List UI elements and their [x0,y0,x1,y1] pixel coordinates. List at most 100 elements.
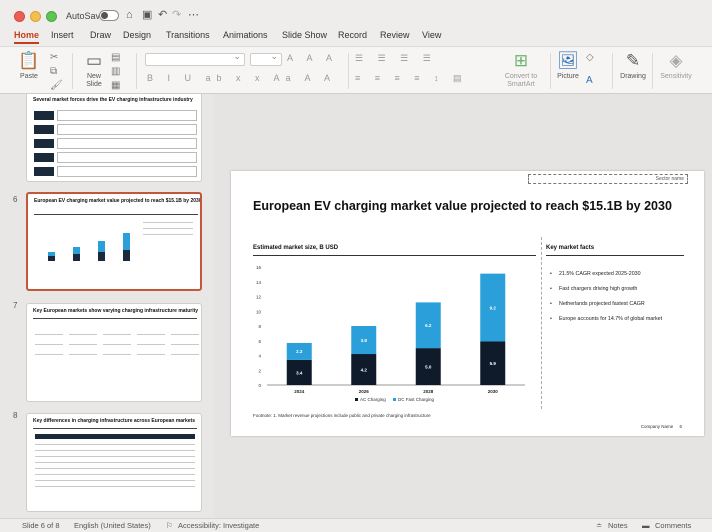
tab-slide-show[interactable]: Slide Show [282,30,327,40]
slide-counter: Slide 6 of 8 [22,521,60,530]
more-icon[interactable]: ⋯ [188,8,199,22]
company-footer: Company Name 6 [641,424,682,429]
cut-icon[interactable]: ✂ [50,52,58,64]
slide-number: 8 [13,411,18,420]
ribbon-separator [652,53,653,89]
slide-thumbnail[interactable]: Several market forces drive the EV charg… [26,94,202,182]
slide-thumbnail-selected[interactable]: European EV charging market value projec… [26,192,202,291]
section-icon[interactable]: ▦ [111,80,120,92]
language-indicator[interactable]: English (United States) [74,521,151,530]
comments-button[interactable]: Comments [655,521,691,530]
y-tick-label: 6 [258,339,261,344]
font-size-select[interactable] [250,51,282,66]
ribbon-tabs: Home Insert Draw Design Transitions Anim… [0,28,712,46]
tab-insert[interactable]: Insert [51,30,74,40]
save-icon[interactable]: ▣ [142,8,152,22]
section-divider [541,237,542,409]
data-label: 3.4 [296,370,303,375]
status-bar: Slide 6 of 8 English (United States) ⚐ A… [0,518,712,532]
tab-transitions[interactable]: Transitions [166,30,210,40]
tab-view[interactable]: View [422,30,441,40]
clipboard-icon: 📋 [18,51,40,70]
drawing-icon: ✎ [625,51,641,70]
section-rule [253,255,536,256]
x-tick-label: 2028 [423,389,434,394]
format-painter-icon[interactable]: 🖌 [50,80,63,92]
accessibility-icon: ⚐ [166,521,173,530]
data-label: 2.3 [296,349,303,354]
list-controls[interactable]: ☰ ☰ ☰ ☰ [355,53,437,64]
reset-icon[interactable]: ▥ [111,66,120,78]
ribbon-home: 📋 Paste ✂ ⧉ 🖌 ▭ New Slide ▤ ▥ ▦ A A A B … [0,46,712,94]
chart-section-title[interactable]: Estimated market size, B USD [253,245,338,251]
company-name: Company Name [640,424,674,429]
accessibility-status[interactable]: Accessibility: Investigate [178,521,259,530]
layout-icon[interactable]: ▤ [111,52,120,64]
maximize-window-button[interactable] [46,11,57,22]
market-size-chart[interactable]: 0 2 4 6 8 10 12 14 16 3.4 2.3 2024 4.2 3.8 2026 5.0 6.2 2… [253,261,538,406]
sensitivity-icon: ◈ [669,51,683,70]
slide[interactable]: Sector name European EV charging market … [231,171,704,436]
tab-review[interactable]: Review [380,30,410,40]
tab-record[interactable]: Record [338,30,367,40]
convert-to-smartart-button[interactable]: ⊞ Convert to SmartArt [496,51,546,89]
minimize-window-button[interactable] [30,11,41,22]
font-size-controls[interactable]: A A A [287,53,338,63]
undo-icon[interactable]: ↶ [158,8,167,22]
copy-icon[interactable]: ⧉ [50,66,57,78]
slide-number: 6 [13,195,18,204]
fact-item: Netherlands projected fastest CAGR [549,301,699,307]
slide-thumbnails-pane[interactable]: Several market forces drive the EV charg… [0,94,212,518]
data-label: 4.2 [361,367,368,372]
autosave-toggle[interactable] [99,10,119,21]
tab-draw[interactable]: Draw [90,30,111,40]
home-icon[interactable]: ⌂ [126,8,133,22]
paste-button[interactable]: 📋 Paste [14,51,44,81]
y-tick-label: 4 [258,354,261,359]
x-tick-label: 2026 [359,389,370,394]
sensitivity-button[interactable]: ◈ Sensitivity [656,51,696,81]
picture-icon: 🖼 [557,51,579,70]
tab-design[interactable]: Design [123,30,151,40]
alignment-controls[interactable]: ≡ ≡ ≡ ≡ ↕ ▤ [355,73,468,84]
font-format-controls[interactable]: B I U ab x x Aa A A [147,73,336,83]
y-tick-label: 2 [258,368,261,373]
key-facts-list[interactable]: 21.5% CAGR expected 2025-2030 Fast charg… [549,271,699,331]
y-tick-label: 16 [256,265,262,270]
ribbon-separator [612,53,613,89]
y-tick-label: 8 [258,324,261,329]
ribbon-separator [550,53,551,89]
ribbon-separator [72,53,73,89]
facts-section-title[interactable]: Key market facts [546,245,594,251]
tab-home[interactable]: Home [14,30,40,44]
data-label: 5.0 [425,364,432,369]
fact-item: Europe accounts for 14.7% of global mark… [549,316,699,322]
legend-swatch [393,398,396,401]
picture-button[interactable]: 🖼 Picture [553,51,583,81]
section-rule [546,255,684,256]
comments-icon: ▬ [642,521,650,530]
slide-title[interactable]: European EV charging market value projec… [253,199,672,213]
shapes-icon[interactable]: ◇ [586,52,594,64]
legend-label: DC Fast Charging [398,397,435,402]
new-slide-button[interactable]: ▭ New Slide [80,51,108,89]
y-tick-label: 0 [258,383,261,388]
sector-label[interactable]: Sector name [528,174,688,184]
slide-thumbnail[interactable]: Key European markets show varying chargi… [26,303,202,402]
redo-icon[interactable]: ↷ [172,8,181,22]
footnote[interactable]: Footnote: 1. Market revenue projections … [253,413,431,418]
close-window-button[interactable] [14,11,25,22]
page-number: 6 [679,424,682,429]
notes-button[interactable]: Notes [608,521,628,530]
slide-thumbnail[interactable]: Key differences in charging infrastructu… [26,413,202,512]
fact-item: Fast chargers driving high growth [549,286,699,292]
ribbon-separator [136,53,137,89]
slide-number: 7 [13,301,18,310]
tab-animations[interactable]: Animations [223,30,268,40]
y-tick-label: 12 [256,295,262,300]
drawing-button[interactable]: ✎ Drawing [618,51,648,81]
textbox-icon[interactable]: A [586,75,593,87]
font-name-select[interactable] [145,51,245,66]
legend-label: AC Charging [360,397,386,402]
y-tick-label: 10 [256,309,262,314]
